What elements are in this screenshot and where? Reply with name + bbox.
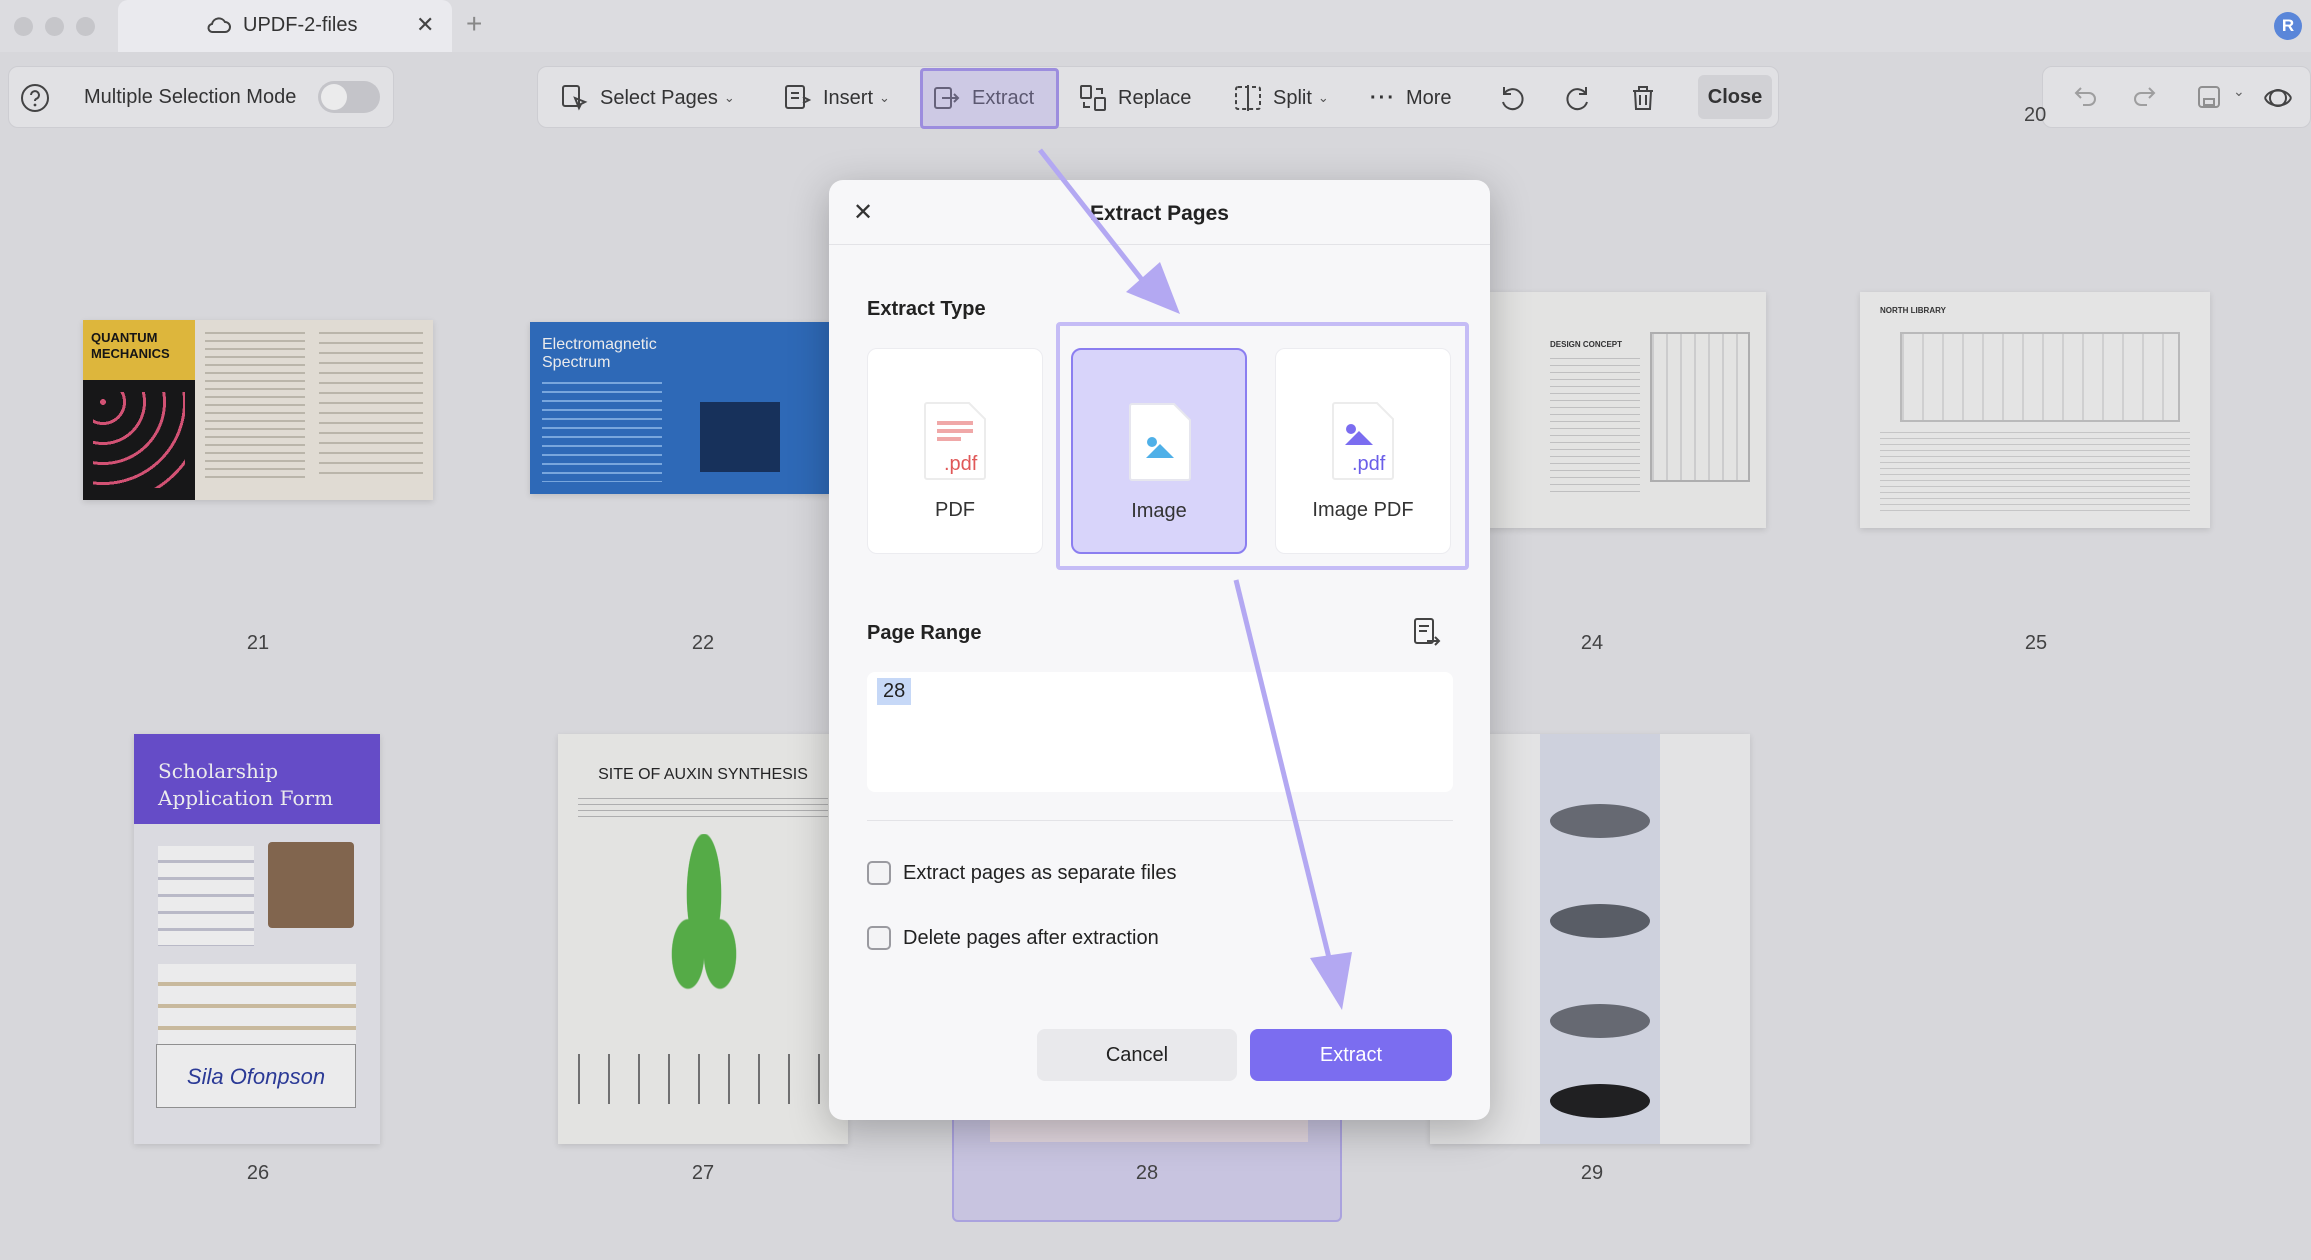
tab-close-button[interactable]: ✕: [416, 12, 434, 38]
page-range-icon[interactable]: [1409, 616, 1443, 650]
divider: [867, 820, 1453, 821]
title-bar: UPDF-2-files ✕ + R: [0, 0, 2311, 52]
delete-pages-label: Delete pages after extraction: [903, 926, 1159, 949]
separate-files-option[interactable]: Extract pages as separate files: [867, 861, 1176, 885]
divider: [829, 244, 1490, 245]
window-zoom-dot[interactable]: [76, 17, 95, 36]
document-tab[interactable]: UPDF-2-files ✕: [118, 0, 452, 52]
type-label: PDF: [935, 499, 975, 521]
extract-pages-dialog: ✕ Extract Pages Extract Type .pdf PDF Im…: [829, 180, 1490, 1120]
page-range-label: Page Range: [867, 622, 982, 644]
tab-title: UPDF-2-files: [243, 14, 358, 36]
extract-type-label: Extract Type: [867, 298, 986, 320]
type-pdf-card[interactable]: .pdf PDF: [867, 348, 1043, 554]
page-range-input[interactable]: 28: [867, 672, 1453, 792]
separate-files-checkbox[interactable]: [867, 861, 891, 885]
new-tab-button[interactable]: +: [466, 8, 482, 40]
window-minimize-dot[interactable]: [45, 17, 64, 36]
separate-files-label: Extract pages as separate files: [903, 861, 1177, 884]
dialog-title: Extract Pages: [1090, 202, 1229, 225]
pdf-badge: .pdf: [944, 453, 978, 475]
type-highlight: [1056, 322, 1469, 570]
delete-pages-checkbox[interactable]: [867, 926, 891, 950]
delete-pages-option[interactable]: Delete pages after extraction: [867, 926, 1159, 950]
extract-confirm-button[interactable]: Extract: [1250, 1029, 1452, 1081]
cancel-button[interactable]: Cancel: [1037, 1029, 1237, 1081]
cloud-icon: [207, 17, 231, 33]
avatar[interactable]: R: [2274, 12, 2302, 40]
page-range-value: 28: [877, 678, 912, 705]
window-close-dot[interactable]: [14, 17, 33, 36]
